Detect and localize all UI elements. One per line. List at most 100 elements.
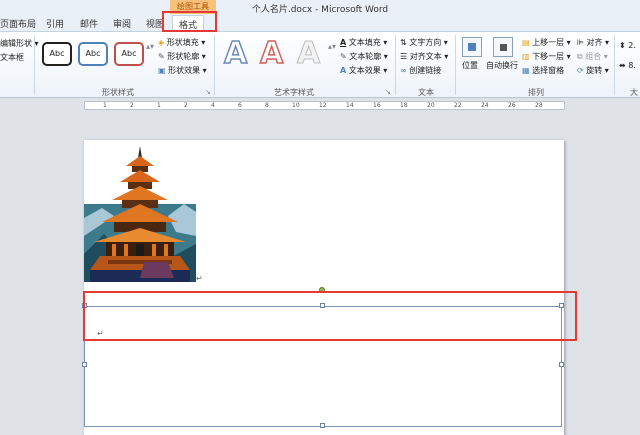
shape-width-input[interactable]: ⬌ 8. <box>619 61 636 70</box>
shape-outline-label: 形状轮廓 ▾ <box>167 52 206 61</box>
text-outline-label: 文本轮廓 ▾ <box>349 52 388 61</box>
resize-handle-left[interactable] <box>82 362 87 367</box>
shape-style-sample-black[interactable]: Abc <box>42 42 72 66</box>
edit-shape-button[interactable]: 编辑形状 ▾ <box>0 38 39 49</box>
tab-review[interactable]: 审阅 <box>113 17 131 30</box>
ruler-label: 26 <box>508 102 516 109</box>
send-backward-icon: ▥ <box>522 52 530 61</box>
text-group-label: 文本 <box>418 88 434 97</box>
ribbon-tabs: 页面布局 引用 邮件 审阅 视图 格式 <box>0 15 640 33</box>
dialog-launcher-icon[interactable]: ↘ <box>205 88 211 96</box>
text-direction-button[interactable]: ⇅ 文字方向 ▾ <box>400 37 448 48</box>
shape-style-sample-red[interactable]: Abc <box>114 42 144 66</box>
text-effects-icon: A <box>340 66 347 75</box>
paragraph-mark: ↵ <box>196 274 203 283</box>
send-backward-button[interactable]: ▥ 下移一层 ▾ <box>522 51 571 62</box>
shape-effects-button[interactable]: ▣ 形状效果 ▾ <box>158 65 207 76</box>
resize-handle-right[interactable] <box>559 362 564 367</box>
group-icon: ⧉ <box>577 52 583 61</box>
text-direction-icon: ⇅ <box>400 38 407 47</box>
divider <box>34 35 35 95</box>
window-title: 个人名片.docx - Microsoft Word <box>251 5 389 15</box>
rotate-label: 旋转 ▾ <box>586 66 609 75</box>
rotate-button[interactable]: ⟳ 旋转 ▾ <box>577 65 609 76</box>
send-backward-label: 下移一层 ▾ <box>532 52 571 61</box>
wordart-style-light[interactable]: A <box>296 36 320 72</box>
create-link-label: 创建链接 <box>409 66 442 75</box>
wrap-text-icon[interactable] <box>493 37 513 57</box>
textbox-button[interactable]: 文本框 <box>0 52 24 63</box>
selection-pane-label: 选择窗格 <box>532 66 565 75</box>
shape-style-sample-blue[interactable]: Abc <box>78 42 108 66</box>
shape-height-input[interactable]: ⬍ 2. <box>619 41 636 50</box>
ruler-label: 10 <box>292 102 300 109</box>
ruler-label: 1 <box>157 102 161 109</box>
pagoda-picture[interactable] <box>84 144 196 282</box>
divider <box>614 35 615 95</box>
ruler-label: 6 <box>238 102 242 109</box>
tab-page-layout[interactable]: 页面布局 <box>0 17 36 30</box>
wordart-style-outline-blue[interactable]: A <box>223 35 248 72</box>
width-icon: ⬌ <box>619 61 626 70</box>
align-text-button[interactable]: ☰ 对齐文本 ▾ <box>400 51 448 62</box>
ruler-label: 16 <box>373 102 381 109</box>
text-effects-button[interactable]: A 文本效果 ▾ <box>340 65 387 76</box>
divider <box>455 35 456 95</box>
text-outline-button[interactable]: ✎ 文本轮廓 ▾ <box>340 51 388 62</box>
text-fill-button[interactable]: A 文本填充 ▾ <box>340 37 387 48</box>
textbox-highlight <box>83 291 577 341</box>
create-link-button[interactable]: ∞ 创建链接 <box>400 65 441 76</box>
group-button[interactable]: ⧉ 组合 ▾ <box>577 51 608 62</box>
ruler-label: 12 <box>319 102 327 109</box>
title-bar: 个人名片.docx - Microsoft Word 绘图工具 <box>0 0 640 15</box>
tab-mailings[interactable]: 邮件 <box>80 17 98 30</box>
shape-width-value: 8. <box>628 61 636 70</box>
ruler-label: 1 <box>103 102 107 109</box>
divider <box>214 35 215 95</box>
ruler-label: 4 <box>211 102 215 109</box>
shape-styles-group-label: 形状样式 <box>102 88 134 97</box>
shape-outline-button[interactable]: ✎ 形状轮廓 ▾ <box>158 51 206 62</box>
resize-handle-bottom[interactable] <box>320 423 325 428</box>
wrap-text-button[interactable]: 自动换行 <box>486 60 518 71</box>
text-direction-label: 文字方向 ▾ <box>409 38 448 47</box>
position-button[interactable]: 位置 <box>462 60 478 71</box>
bring-forward-button[interactable]: ▤ 上移一层 ▾ <box>522 37 571 48</box>
horizontal-ruler[interactable]: 1 2 1 2 4 6 8 10 12 14 16 18 20 22 24 26 28 <box>84 101 565 110</box>
ruler-label: 28 <box>535 102 543 109</box>
dialog-launcher-icon[interactable]: ↘ <box>385 88 391 96</box>
align-label: 对齐 ▾ <box>586 38 610 47</box>
ruler-label: 18 <box>400 102 408 109</box>
pencil-icon: ✎ <box>158 52 165 61</box>
pencil-icon: ✎ <box>340 52 347 61</box>
wordart-style-outline-red[interactable]: A <box>259 35 284 72</box>
selection-pane-button[interactable]: ▦ 选择窗格 <box>522 65 564 76</box>
gallery-scroll-icon[interactable]: ▴▾ <box>328 42 336 51</box>
shape-height-value: 2. <box>628 41 636 50</box>
text-fill-label: 文本填充 ▾ <box>348 38 388 47</box>
tab-references[interactable]: 引用 <box>46 17 64 30</box>
ruler-label: 22 <box>454 102 462 109</box>
ribbon: 编辑形状 ▾ 文本框 Abc Abc Abc ▴▾ ◈ 形状填充 ▾ ✎ 形状轮… <box>0 32 640 98</box>
shape-fill-button[interactable]: ◈ 形状填充 ▾ <box>158 37 205 48</box>
ruler-label: 8 <box>265 102 269 109</box>
height-icon: ⬍ <box>619 41 626 50</box>
align-button[interactable]: ⊫ 对齐 ▾ <box>577 37 609 48</box>
rotate-icon: ⟳ <box>577 66 584 75</box>
ruler-label: 2 <box>130 102 134 109</box>
align-text-icon: ☰ <box>400 52 408 61</box>
paint-bucket-icon: ◈ <box>158 38 165 47</box>
position-icon[interactable] <box>462 37 482 57</box>
ruler-label: 2 <box>184 102 188 109</box>
shape-effects-label: 形状效果 ▾ <box>168 66 207 75</box>
selection-pane-icon: ▦ <box>522 66 530 75</box>
text-effects-label: 文本效果 ▾ <box>348 66 388 75</box>
shape-fill-label: 形状填充 ▾ <box>166 38 206 47</box>
wordart-styles-group-label: 艺术字样式 <box>274 88 314 97</box>
text-fill-icon: A <box>340 38 347 47</box>
document-page[interactable]: ↵ ↵ <box>82 140 564 435</box>
gallery-scroll-icon[interactable]: ▴▾ <box>146 42 154 51</box>
ruler-label: 14 <box>346 102 354 109</box>
arrange-group-label: 排列 <box>528 88 544 97</box>
bring-forward-label: 上移一层 ▾ <box>532 38 571 47</box>
